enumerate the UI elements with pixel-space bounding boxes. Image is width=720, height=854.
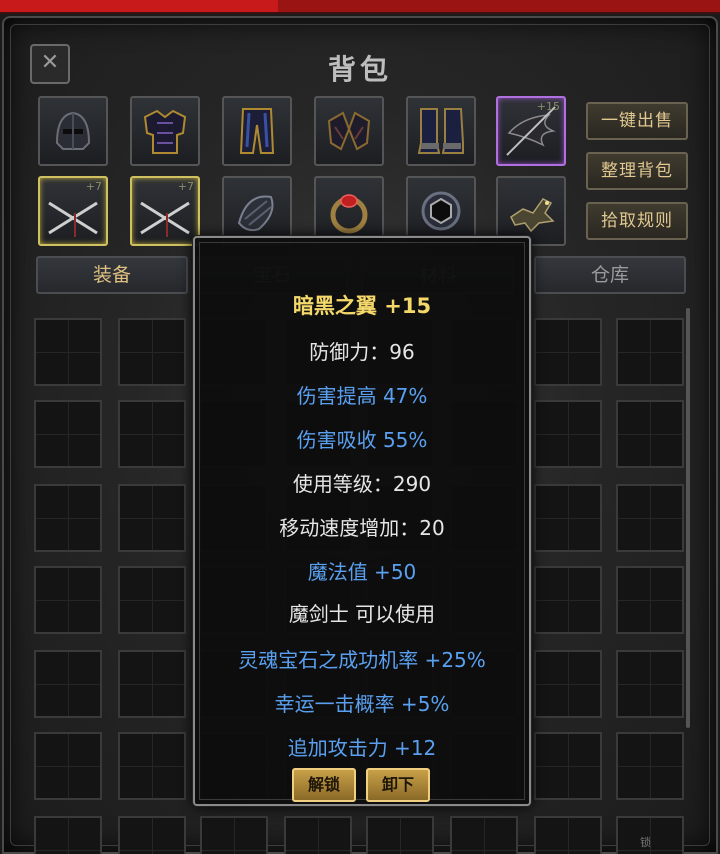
tooltip-stat-line: 魔剑士 可以使用 — [288, 602, 436, 626]
bag-slot[interactable] — [616, 400, 684, 468]
bag-slot[interactable] — [118, 318, 186, 386]
tooltip-stat-line: 移动速度增加：20 — [279, 516, 445, 540]
equip-slot-gloves[interactable] — [314, 96, 384, 166]
quick-sell-button[interactable]: 一键出售 — [586, 102, 688, 140]
bag-slot[interactable] — [616, 650, 684, 718]
status-bar-track — [278, 0, 720, 12]
bag-slot[interactable] — [534, 566, 602, 634]
bag-slot[interactable] — [616, 484, 684, 552]
bag-slot[interactable] — [534, 484, 602, 552]
bag-slot[interactable] — [118, 650, 186, 718]
boots-icon — [417, 108, 464, 154]
bag-slot[interactable] — [450, 816, 518, 854]
equip-slot-weapon-left[interactable]: +7 — [38, 176, 108, 246]
bag-slot[interactable] — [118, 484, 186, 552]
pants-icon — [239, 108, 275, 154]
top-status-bar — [0, 0, 720, 14]
bag-lock-label: 锁 — [640, 836, 651, 849]
bag-slot[interactable] — [534, 400, 602, 468]
tooltip-stat-line: 伤害提高 47% — [296, 384, 428, 408]
bag-slot[interactable] — [534, 650, 602, 718]
sort-bag-button[interactable]: 整理背包 — [586, 152, 688, 190]
bag-slot[interactable] — [366, 816, 434, 854]
bag-slot[interactable] — [34, 732, 102, 800]
pet-icon — [510, 198, 555, 233]
bag-slot[interactable] — [118, 400, 186, 468]
gloves-icon — [327, 111, 371, 151]
tooltip-stat-line: 追加攻击力 +12 — [287, 736, 437, 760]
tooltip-item-title: 暗黑之翼 +15 — [292, 294, 432, 318]
tooltip-stat-line: 使用等级：290 — [292, 472, 432, 496]
equip-slot-pants[interactable] — [222, 96, 292, 166]
bag-slot[interactable] — [534, 318, 602, 386]
unlock-button[interactable]: 解锁 — [292, 768, 356, 802]
bag-slot[interactable] — [534, 816, 602, 854]
bag-slot[interactable] — [118, 732, 186, 800]
pendant-icon — [237, 195, 274, 232]
bag-slot[interactable] — [118, 566, 186, 634]
equip-slot-armor[interactable] — [130, 96, 200, 166]
ring-icon — [330, 194, 368, 234]
page-title: 背包 — [327, 53, 392, 86]
equip-slot-wings[interactable]: +15 — [496, 96, 566, 166]
tooltip-stat-line: 灵魂宝石之成功机率 +25% — [238, 648, 486, 672]
armor-icon — [143, 109, 187, 154]
enhance-level-badge: +15 — [536, 100, 560, 113]
enhance-level-badge: +7 — [85, 180, 102, 193]
health-bar — [0, 0, 278, 12]
tooltip-stat-line: 魔法值 +50 — [307, 560, 417, 584]
ring-icon — [421, 191, 461, 231]
bag-slot[interactable] — [616, 732, 684, 800]
tab-warehouse[interactable]: 仓库 — [534, 256, 686, 294]
close-button[interactable]: ✕ — [30, 44, 70, 84]
tooltip-stat-line: 幸运一击概率 +5% — [274, 692, 450, 716]
bag-scrollbar[interactable] — [686, 308, 690, 728]
bag-slot[interactable] — [616, 566, 684, 634]
bag-slot[interactable] — [34, 816, 102, 854]
tooltip-stat-line: 伤害吸收 55% — [296, 428, 428, 452]
bag-slot[interactable] — [534, 732, 602, 800]
tab-equipment[interactable]: 装备 — [36, 256, 188, 294]
bag-slot[interactable] — [34, 318, 102, 386]
bag-slot[interactable] — [284, 816, 352, 854]
helmet-icon — [55, 111, 91, 150]
bag-slot[interactable] — [34, 484, 102, 552]
tooltip-stat-line: 防御力：96 — [309, 340, 415, 364]
bag-slot[interactable] — [34, 650, 102, 718]
pickup-rules-button[interactable]: 拾取规则 — [586, 202, 688, 240]
bag-slot[interactable] — [118, 816, 186, 854]
bag-slot[interactable] — [34, 566, 102, 634]
bag-slot[interactable] — [200, 816, 268, 854]
enhance-level-badge: +7 — [177, 180, 194, 193]
equip-slot-weapon-right[interactable]: +7 — [130, 176, 200, 246]
bag-slot[interactable] — [616, 318, 684, 386]
bag-slot[interactable] — [34, 400, 102, 468]
equip-slot-boots[interactable] — [406, 96, 476, 166]
equip-slot-helmet[interactable] — [38, 96, 108, 166]
unequip-button[interactable]: 卸下 — [366, 768, 430, 802]
